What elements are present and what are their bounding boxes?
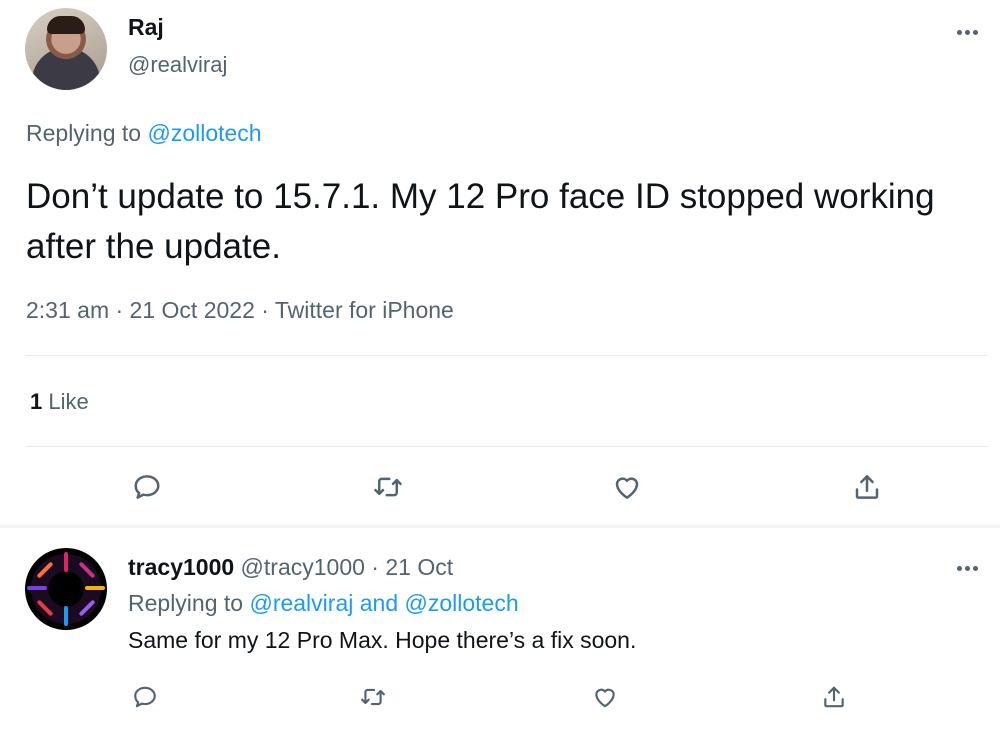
replying-to-label: Replying to	[128, 590, 250, 616]
reply-button[interactable]	[129, 469, 165, 505]
replying-to: Replying to @zollotech	[26, 120, 262, 147]
like-button[interactable]	[609, 469, 645, 505]
more-options-button[interactable]	[952, 22, 982, 42]
reply-author-avatar[interactable]	[25, 548, 107, 630]
reply-replying-to: Replying to @realviraj and @zollotech	[128, 590, 519, 617]
more-icon	[956, 565, 962, 571]
reply-icon	[134, 686, 156, 708]
replying-to-handle[interactable]: @realviraj	[249, 590, 353, 616]
replying-to-handle[interactable]: @zollotech	[147, 120, 261, 146]
main-tweet: Raj @realviraj Replying to @zollotech Do…	[0, 0, 1000, 527]
tweet-text: Don’t update to 15.7.1. My 12 Pro face I…	[26, 177, 935, 266]
share-icon	[855, 475, 879, 499]
like-button[interactable]	[587, 679, 623, 715]
retweet-button[interactable]	[370, 469, 406, 505]
like-icon	[615, 477, 639, 499]
replying-to-label: Replying to	[26, 120, 148, 146]
likes-label: Like	[42, 389, 89, 414]
replying-and: and	[353, 590, 405, 616]
share-button[interactable]	[816, 679, 852, 715]
replying-to-handle[interactable]: @zollotech	[405, 590, 519, 616]
reply-tweet[interactable]: tracy1000 @tracy1000 · 21 Oct Replying t…	[0, 528, 1000, 731]
reply-more-options-button[interactable]	[952, 558, 982, 578]
share-icon	[824, 686, 844, 708]
divider	[26, 446, 988, 447]
reply-button[interactable]	[127, 679, 163, 715]
tweet-metadata[interactable]: 2:31 am · 21 Oct 2022 · Twitter for iPho…	[26, 297, 454, 324]
share-button[interactable]	[849, 469, 885, 505]
retweet-button[interactable]	[355, 679, 391, 715]
reply-header: tracy1000 @tracy1000 · 21 Oct	[128, 554, 453, 581]
reply-author-handle-date[interactable]: @tracy1000 · 21 Oct	[234, 554, 454, 580]
reply-author-name[interactable]: tracy1000	[128, 554, 234, 580]
reply-icon	[134, 475, 160, 499]
author-avatar[interactable]	[25, 8, 107, 90]
reply-tweet-text: Same for my 12 Pro Max. Hope there’s a f…	[128, 627, 637, 653]
like-icon	[595, 688, 615, 708]
more-icon	[956, 29, 962, 35]
likes-number: 1	[30, 389, 43, 414]
author-name[interactable]: Raj	[128, 14, 164, 41]
author-handle[interactable]: @realviraj	[128, 52, 227, 78]
retweet-icon	[374, 477, 402, 497]
divider	[26, 355, 988, 356]
retweet-icon	[361, 688, 385, 706]
likes-count[interactable]: 1 Like	[30, 389, 89, 415]
